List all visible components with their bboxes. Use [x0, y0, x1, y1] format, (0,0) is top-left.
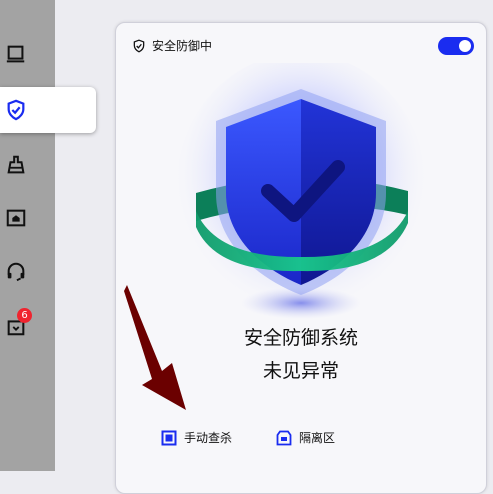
- shield-check-icon: [133, 38, 145, 53]
- sidebar-item-computer[interactable]: [0, 34, 55, 74]
- protection-status: 安全防御中: [132, 37, 212, 54]
- sidebar: 6: [0, 0, 96, 471]
- protection-toggle[interactable]: [438, 37, 474, 55]
- manual-scan-button[interactable]: 手动查杀: [161, 429, 232, 446]
- toolbox-icon: [6, 209, 26, 227]
- annotation-arrow: [124, 285, 186, 410]
- headset-icon: [7, 262, 25, 282]
- quarantine-label: 隔离区: [299, 431, 336, 445]
- scan-icon: [161, 430, 177, 445]
- sidebar-item-toolbox[interactable]: [0, 198, 55, 238]
- shield-illustration: [176, 63, 426, 323]
- broom-icon: [7, 155, 25, 174]
- sidebar-item-support[interactable]: [0, 252, 55, 292]
- sidebar-item-cleanup[interactable]: [0, 145, 55, 185]
- protection-panel: 安全防御中 安全防御系统 未见异常 手动查杀 隔离区: [115, 22, 487, 494]
- quarantine-button[interactable]: 隔离区: [276, 429, 335, 446]
- sidebar-item-store[interactable]: 6: [0, 306, 55, 346]
- manual-scan-label: 手动查杀: [184, 431, 233, 445]
- protection-status-label: 安全防御中: [152, 39, 213, 53]
- shield-check-icon: [7, 99, 25, 121]
- laptop-icon: [6, 45, 25, 63]
- quarantine-box-icon: [276, 430, 292, 445]
- notification-badge: 6: [17, 308, 32, 323]
- sidebar-item-protection[interactable]: [0, 87, 96, 133]
